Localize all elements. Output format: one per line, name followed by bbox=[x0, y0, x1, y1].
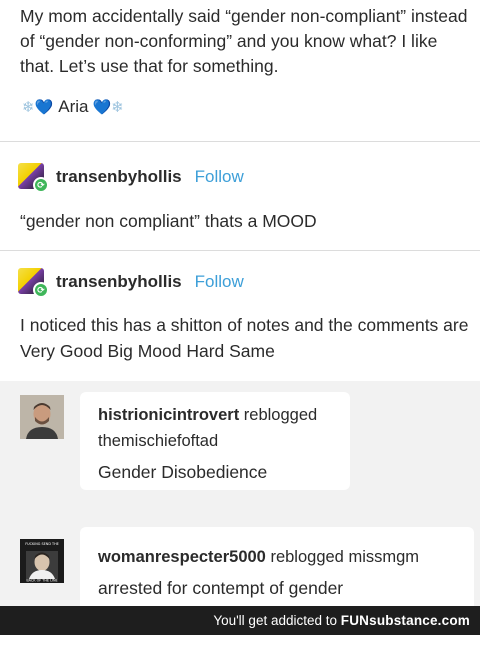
note-source-link[interactable]: missmgm bbox=[348, 548, 419, 566]
avatar[interactable]: ⟳ bbox=[18, 266, 50, 298]
username-link[interactable]: transenbyhollis bbox=[56, 272, 182, 292]
watermark-brand[interactable]: FUNsubstance.com bbox=[341, 613, 470, 628]
note-comment: arrested for contempt of gender bbox=[98, 578, 344, 598]
blue-heart-icon: 💙 bbox=[92, 98, 112, 116]
note-source-link[interactable]: themischiefoftad bbox=[98, 432, 218, 451]
note-card: histrionicintrovert reblogged themischie… bbox=[80, 392, 350, 490]
reblog-badge-icon: ⟳ bbox=[33, 282, 49, 298]
notes-section: histrionicintrovert reblogged themischie… bbox=[0, 381, 480, 647]
snowflake-icon: ❄ bbox=[111, 98, 124, 116]
watermark-banner: You'll get addicted to FUNsubstance.com bbox=[0, 606, 480, 635]
divider bbox=[0, 250, 480, 251]
original-post-text: My mom accidentally said “gender non-com… bbox=[20, 6, 468, 76]
note-attribution: womanrespecter5000 reblogged missmgm bbox=[98, 548, 419, 567]
reply-header: ⟳ transenbyhollis Follow bbox=[18, 160, 244, 194]
divider bbox=[0, 141, 480, 142]
meme-caption-top: FUCKING SEND THE bbox=[25, 542, 59, 546]
note-avatar[interactable] bbox=[20, 395, 64, 439]
post-signature: ❄ 💙 Aria 💙 ❄ bbox=[22, 94, 124, 120]
snowflake-icon: ❄ bbox=[22, 98, 35, 116]
avatar[interactable]: ⟳ bbox=[18, 161, 50, 193]
person-photo-icon bbox=[20, 395, 64, 439]
note-action: reblogged bbox=[243, 406, 318, 424]
note-comment: Gender Disobedience bbox=[98, 462, 268, 482]
note-user-link[interactable]: womanrespecter5000 bbox=[98, 548, 266, 566]
meme-caption-bottom: BACK OF THE LINE bbox=[26, 579, 57, 583]
note-avatar[interactable]: FUCKING SEND THE BACK OF THE LINE bbox=[20, 539, 64, 583]
blue-heart-icon: 💙 bbox=[34, 98, 54, 116]
reply-text: I noticed this has a shitton of notes an… bbox=[20, 315, 469, 361]
watermark-prefix: You'll get addicted to bbox=[213, 613, 341, 628]
reblog-badge-icon: ⟳ bbox=[33, 177, 49, 193]
username-link[interactable]: transenbyhollis bbox=[56, 167, 182, 187]
note-user-link[interactable]: histrionicintrovert bbox=[98, 406, 239, 424]
reply-header: ⟳ transenbyhollis Follow bbox=[18, 265, 244, 299]
meme-photo-icon: FUCKING SEND THE BACK OF THE LINE bbox=[20, 539, 64, 583]
note-action: reblogged bbox=[270, 548, 344, 566]
follow-button[interactable]: Follow bbox=[195, 272, 244, 292]
signature-name: Aria bbox=[58, 97, 89, 116]
follow-button[interactable]: Follow bbox=[195, 167, 244, 187]
reply-text: “gender non compliant” thats a MOOD bbox=[20, 211, 317, 231]
note-attribution: histrionicintrovert reblogged bbox=[98, 406, 317, 425]
